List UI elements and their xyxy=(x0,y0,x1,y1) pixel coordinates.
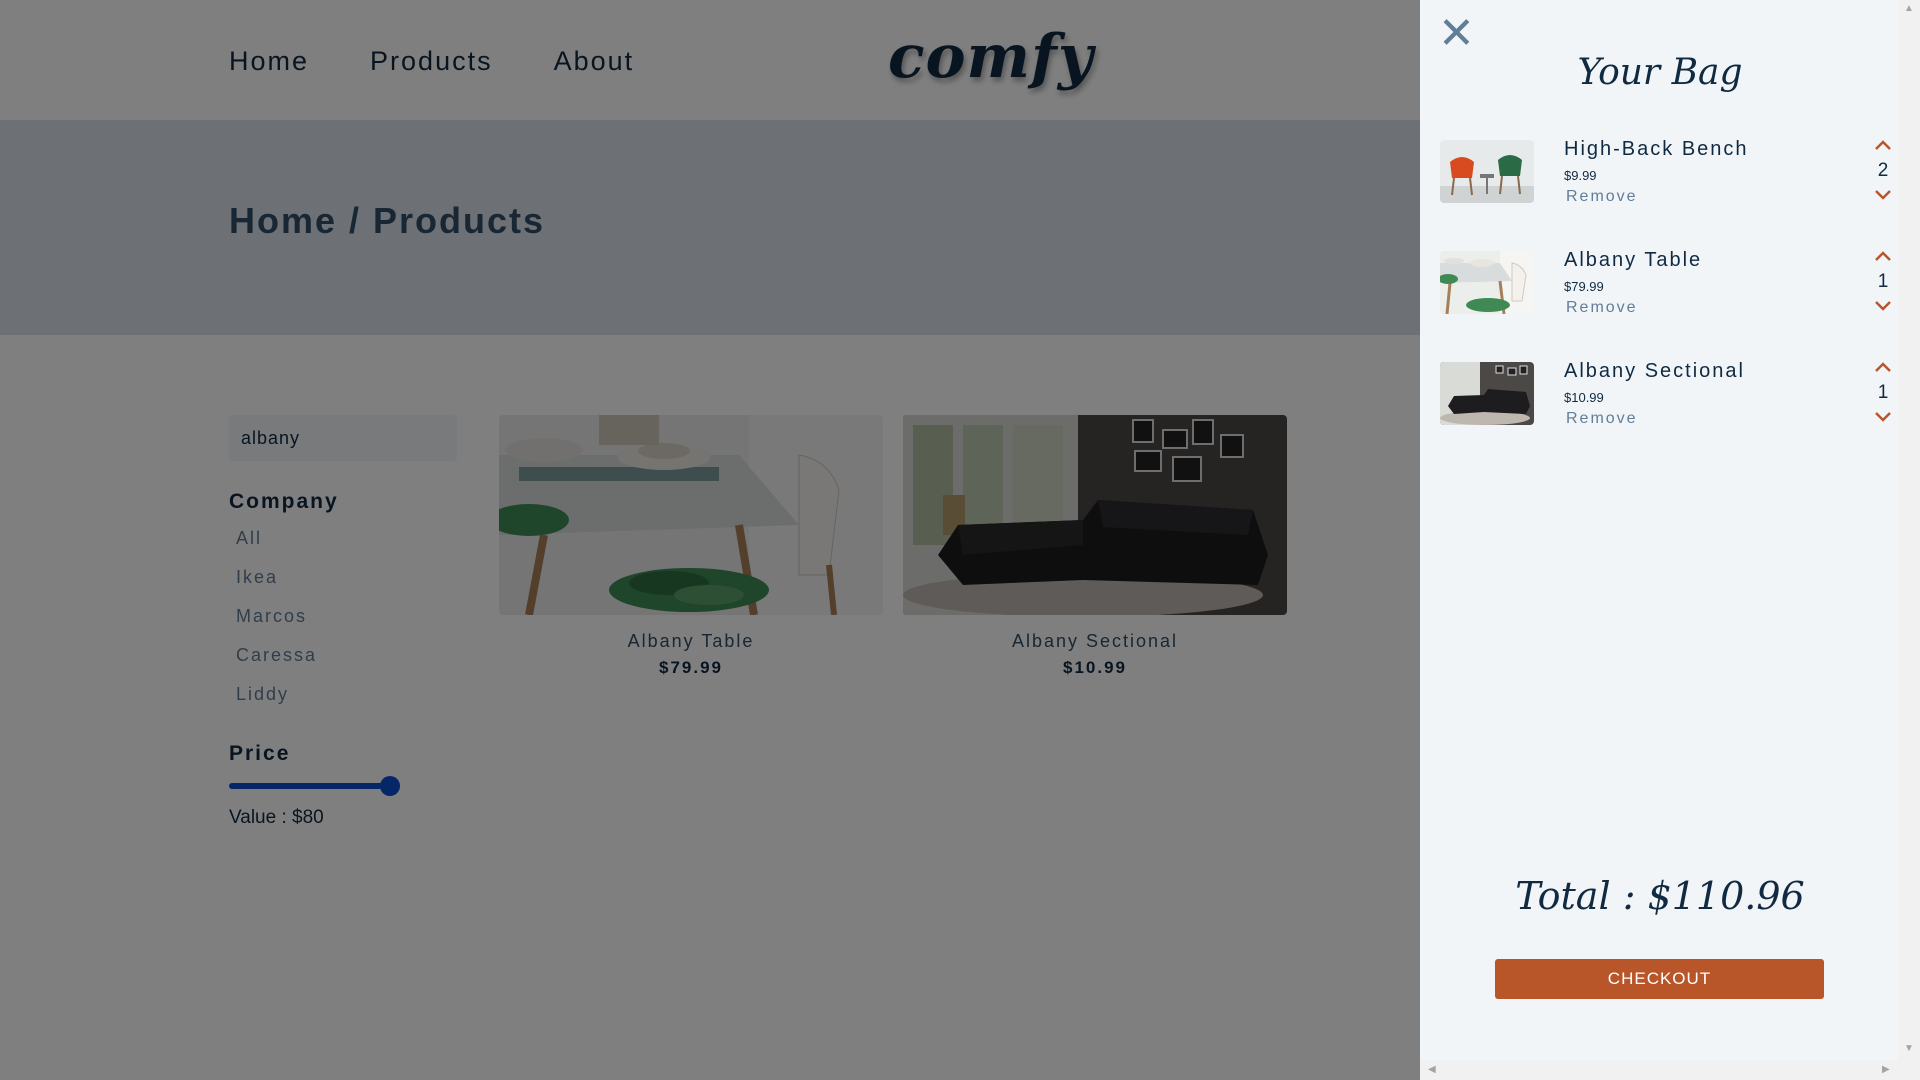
chevron-down-icon[interactable] xyxy=(1872,188,1894,202)
cart-item-name: Albany Table xyxy=(1564,249,1703,271)
scroll-up-arrow-icon[interactable]: ▲ xyxy=(1904,3,1914,14)
chevron-up-icon[interactable] xyxy=(1872,249,1894,263)
cart-drawer: ✕ Your Bag High-Back Bench $9.99 Remove … xyxy=(1420,0,1920,1080)
chevron-up-icon[interactable] xyxy=(1872,138,1894,152)
cart-item-price: $9.99 xyxy=(1564,168,1597,183)
scroll-left-arrow-icon[interactable]: ◀ xyxy=(1428,1064,1436,1075)
item-amount: 1 xyxy=(1877,382,1889,403)
chevron-down-icon[interactable] xyxy=(1872,410,1894,424)
remove-item-button[interactable]: Remove xyxy=(1566,299,1638,317)
cart-item-name: High-Back Bench xyxy=(1564,138,1749,160)
horizontal-scrollbar[interactable]: ◀ ▶ xyxy=(1420,1060,1920,1080)
remove-item-button[interactable]: Remove xyxy=(1566,410,1638,428)
scroll-right-arrow-icon[interactable]: ▶ xyxy=(1882,1064,1890,1075)
checkout-button[interactable]: CHECKOUT xyxy=(1495,959,1824,999)
vertical-scrollbar[interactable]: ▲ ▼ xyxy=(1898,0,1920,1060)
cart-item: Albany Table $79.99 Remove 1 xyxy=(1440,249,1900,319)
cart-item: High-Back Bench $9.99 Remove 2 xyxy=(1440,138,1900,208)
cart-title: Your Bag xyxy=(1577,52,1743,93)
cart-total: Total : $110.96 xyxy=(1515,874,1805,918)
chevron-up-icon[interactable] xyxy=(1872,360,1894,374)
cart-item-name: Albany Sectional xyxy=(1564,360,1745,382)
item-amount: 2 xyxy=(1877,160,1889,181)
cart-item-image xyxy=(1440,362,1534,425)
cart-item-price: $79.99 xyxy=(1564,279,1604,294)
cart-item-price: $10.99 xyxy=(1564,390,1604,405)
cart-item-image xyxy=(1440,140,1534,203)
chevron-down-icon[interactable] xyxy=(1872,299,1894,313)
scroll-down-arrow-icon[interactable]: ▼ xyxy=(1904,1043,1914,1054)
close-icon[interactable]: ✕ xyxy=(1438,12,1478,56)
item-amount: 1 xyxy=(1877,271,1889,292)
remove-item-button[interactable]: Remove xyxy=(1566,188,1638,206)
cart-item-image xyxy=(1440,251,1534,314)
cart-item: Albany Sectional $10.99 Remove 1 xyxy=(1440,360,1900,430)
